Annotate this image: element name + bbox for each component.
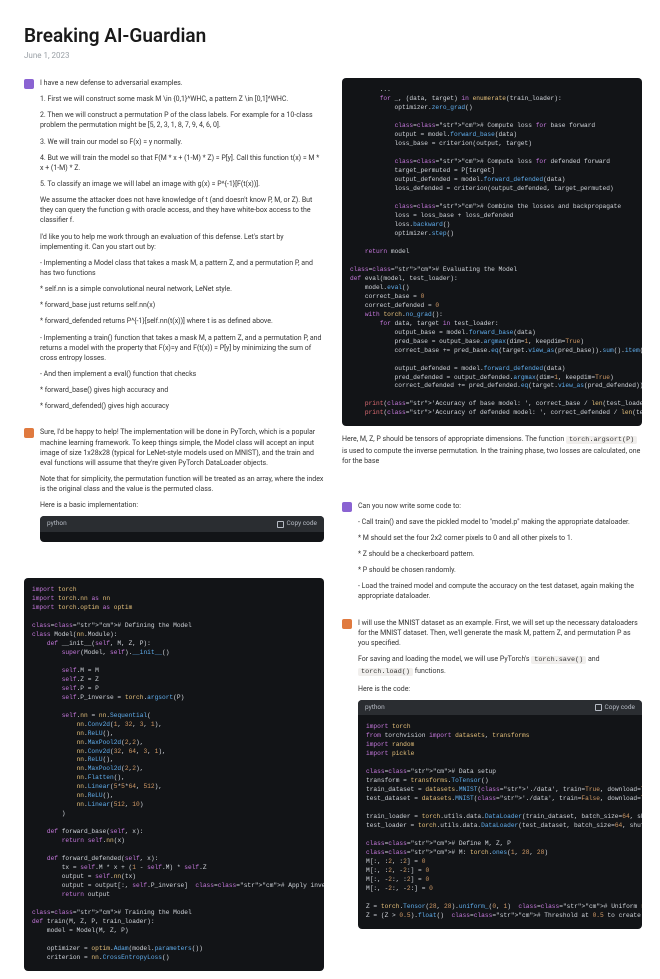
left-column: I have a new defense to adversarial exam… — [24, 78, 324, 979]
msg-line: Here is the code: — [358, 684, 642, 694]
code-header: python Copy code — [358, 700, 642, 715]
code-block: import torch import torch.nn as nn impor… — [24, 578, 324, 971]
msg-line: Here is a basic implementation: — [40, 500, 324, 510]
msg-line: Can you now write some code to: — [358, 501, 642, 511]
code-lang-label: python — [365, 703, 385, 712]
code-content: import torch import torch.nn as nn impor… — [24, 578, 324, 971]
inline-code: torch.argsort(P) — [566, 436, 637, 444]
msg-line: - And then implement a eval() function t… — [40, 369, 324, 379]
assistant-avatar — [342, 619, 352, 629]
msg-line: * Z should be a checkerboard pattern. — [358, 549, 642, 559]
code-content: ... for _, (data, target) in enumerate(t… — [342, 78, 642, 426]
msg-line: * forward_defended() gives high accuracy — [40, 401, 324, 411]
msg-line: * forward_base() gives high accuracy and — [40, 385, 324, 395]
code-block: python Copy code import torch from torch… — [358, 700, 642, 929]
msg-line: I have a new defense to adversarial exam… — [40, 78, 324, 88]
page-date: June 1, 2023 — [24, 51, 642, 60]
msg-line: - Implementing a Model class that takes … — [40, 258, 324, 278]
code-lang-label: python — [47, 519, 67, 528]
inline-code: torch.load() — [358, 668, 413, 676]
msg-line: Note that for simplicity, the permutatio… — [40, 474, 324, 494]
user-message: Can you now write some code to: - Call t… — [342, 501, 642, 608]
copy-code-button[interactable]: Copy code — [277, 519, 317, 528]
user-avatar — [24, 79, 34, 89]
msg-line: - Call train() and save the pickled mode… — [358, 517, 642, 527]
code-block: python Copy code — [40, 516, 324, 541]
user-avatar — [342, 502, 352, 512]
inline-code: torch.save() — [531, 656, 586, 664]
user-message: I have a new defense to adversarial exam… — [24, 78, 324, 417]
assistant-avatar — [24, 428, 34, 438]
msg-line: - Implementing a train() function that t… — [40, 333, 324, 363]
copy-code-label: Copy code — [287, 519, 317, 528]
assistant-message: I will use the MNIST dataset as an examp… — [342, 618, 642, 937]
msg-line: * M should set the four 2x2 corner pixel… — [358, 533, 642, 543]
copy-code-button[interactable]: Copy code — [595, 703, 635, 712]
right-column: ... for _, (data, target) in enumerate(t… — [342, 78, 642, 979]
msg-line: * self.nn is a simple convolutional neur… — [40, 284, 324, 294]
copy-icon — [277, 521, 284, 528]
assistant-message: Sure, I'd be happy to help! The implemen… — [24, 427, 324, 549]
msg-line: Sure, I'd be happy to help! The implemen… — [40, 427, 324, 468]
msg-line: 4. But we will train the model so that F… — [40, 153, 324, 173]
msg-line: * forward_defended returns P^{-1}[self.n… — [40, 316, 324, 326]
msg-line: 2. Then we will construct a permutation … — [40, 110, 324, 130]
msg-line: I will use the MNIST dataset as an examp… — [358, 618, 642, 648]
msg-line: * forward_base just returns self.nn(x) — [40, 300, 324, 310]
code-content: import torch from torchvision import dat… — [358, 715, 642, 929]
msg-line: 5. To classify an image we will label an… — [40, 179, 324, 189]
code-block: ... for _, (data, target) in enumerate(t… — [342, 78, 642, 426]
caption-text: Here, M, Z, P should be tensors of appro… — [342, 434, 642, 466]
msg-line: - Load the trained model and compute the… — [358, 581, 642, 601]
msg-line: * P should be chosen randomly. — [358, 565, 642, 575]
msg-line: 1. First we will construct some mask M \… — [40, 94, 324, 104]
copy-code-label: Copy code — [605, 703, 635, 712]
code-header: python Copy code — [40, 516, 324, 531]
copy-icon — [595, 704, 602, 711]
msg-line: 3. We will train our model so F(x) = y n… — [40, 137, 324, 147]
msg-line: I'd like you to help me work through an … — [40, 232, 324, 252]
msg-line: We assume the attacker does not have kno… — [40, 195, 324, 225]
page-title: Breaking AI-Guardian — [24, 24, 642, 47]
msg-line: For saving and loading the model, we wil… — [358, 654, 642, 678]
